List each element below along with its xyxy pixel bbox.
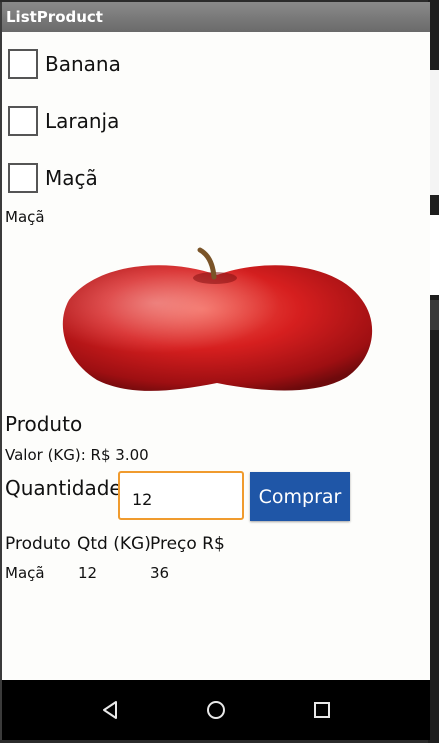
app-title: ListProduct (2, 2, 430, 32)
product-option-label: Maçã (45, 166, 98, 190)
product-heading: Produto (5, 412, 83, 436)
product-option-laranja[interactable]: Laranja (8, 104, 119, 138)
app-window: ListProduct Banana Laranja Maçã Maçã Pro… (0, 2, 430, 740)
table-header-price: Preço R$ (150, 534, 225, 554)
table-header-qty: Qtd (KG) (77, 534, 151, 554)
checkbox[interactable] (8, 106, 38, 136)
apple-image (62, 247, 373, 391)
product-option-label: Laranja (45, 109, 120, 133)
back-icon[interactable] (98, 698, 122, 722)
selected-product-name: Maçã (5, 208, 45, 226)
buy-button[interactable]: Comprar (250, 472, 350, 521)
table-cell-product: Maçã (5, 564, 45, 582)
checkbox[interactable] (8, 49, 38, 79)
product-option-label: Banana (45, 52, 121, 76)
price-per-kg: Valor (KG): R$ 3.00 (5, 446, 149, 464)
table-cell-qty: 12 (78, 564, 98, 582)
table-header-product: Produto (5, 534, 71, 554)
product-option-maca[interactable]: Maçã (8, 161, 98, 195)
home-icon[interactable] (204, 698, 228, 722)
quantity-label: Quantidade (5, 476, 122, 500)
recents-icon[interactable] (310, 698, 334, 722)
product-option-banana[interactable]: Banana (8, 47, 121, 81)
table-cell-price: 36 (150, 564, 170, 582)
quantity-input[interactable] (118, 471, 244, 520)
checkbox[interactable] (8, 163, 38, 193)
navigation-bar (2, 680, 430, 740)
